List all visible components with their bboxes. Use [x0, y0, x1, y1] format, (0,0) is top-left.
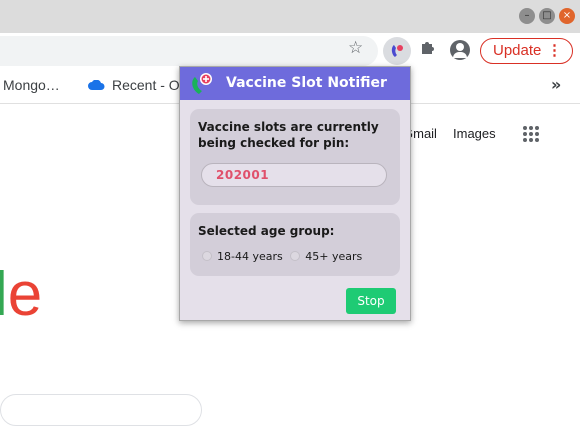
address-bar[interactable] [0, 36, 378, 66]
cloud-icon [88, 80, 105, 90]
google-logo-fragment: le [0, 264, 42, 326]
avatar-icon[interactable] [450, 40, 470, 60]
puzzle-icon[interactable] [420, 40, 435, 59]
browser-toolbar: ☆ Update ⋮ [0, 33, 580, 69]
phone-icon [391, 45, 403, 57]
logo-letter-e: e [7, 260, 43, 329]
age-group-options: 18-44 years 45+ years [202, 250, 366, 263]
radio-45-plus[interactable] [290, 251, 301, 261]
apps-grid-icon[interactable] [523, 126, 539, 142]
popup-title: Vaccine Slot Notifier [226, 75, 387, 91]
radio-18-44[interactable] [202, 251, 212, 261]
phone-alert-icon [192, 73, 212, 94]
logo-letter-l: l [0, 260, 8, 329]
update-label: Update [493, 42, 542, 59]
close-window-button[interactable]: × [559, 8, 575, 24]
update-button[interactable]: Update ⋮ [480, 38, 573, 64]
radio-label-45-plus: 45+ years [305, 250, 363, 263]
bookmark-item-mongo[interactable]: Mongo… [3, 77, 60, 93]
radio-label-18-44: 18-44 years [217, 250, 283, 263]
bookmarks-overflow-icon[interactable]: » [551, 75, 561, 94]
age-group-card: Selected age group: 18-44 years 45+ year… [190, 213, 400, 276]
minimize-button[interactable]: – [519, 8, 535, 24]
search-box[interactable] [0, 394, 202, 426]
pin-status-card: Vaccine slots are currently being checke… [190, 109, 400, 205]
vaccine-extension-button[interactable] [383, 37, 411, 65]
stop-button[interactable]: Stop [346, 288, 396, 314]
images-link[interactable]: Images [453, 126, 496, 141]
pin-status-text: Vaccine slots are currently being checke… [198, 120, 379, 150]
age-group-label: Selected age group: [198, 224, 335, 238]
popup-header: Vaccine Slot Notifier [180, 67, 410, 100]
star-icon[interactable]: ☆ [348, 38, 363, 58]
window-titlebar: – □ × [0, 0, 580, 33]
bookmark-item-recent[interactable]: Recent - O [112, 77, 180, 93]
more-menu-icon[interactable]: ⋮ [547, 39, 562, 63]
vaccine-notifier-popup: Vaccine Slot Notifier Vaccine slots are … [179, 66, 411, 321]
maximize-button[interactable]: □ [539, 8, 555, 24]
pin-field[interactable]: 202001 [201, 163, 387, 187]
